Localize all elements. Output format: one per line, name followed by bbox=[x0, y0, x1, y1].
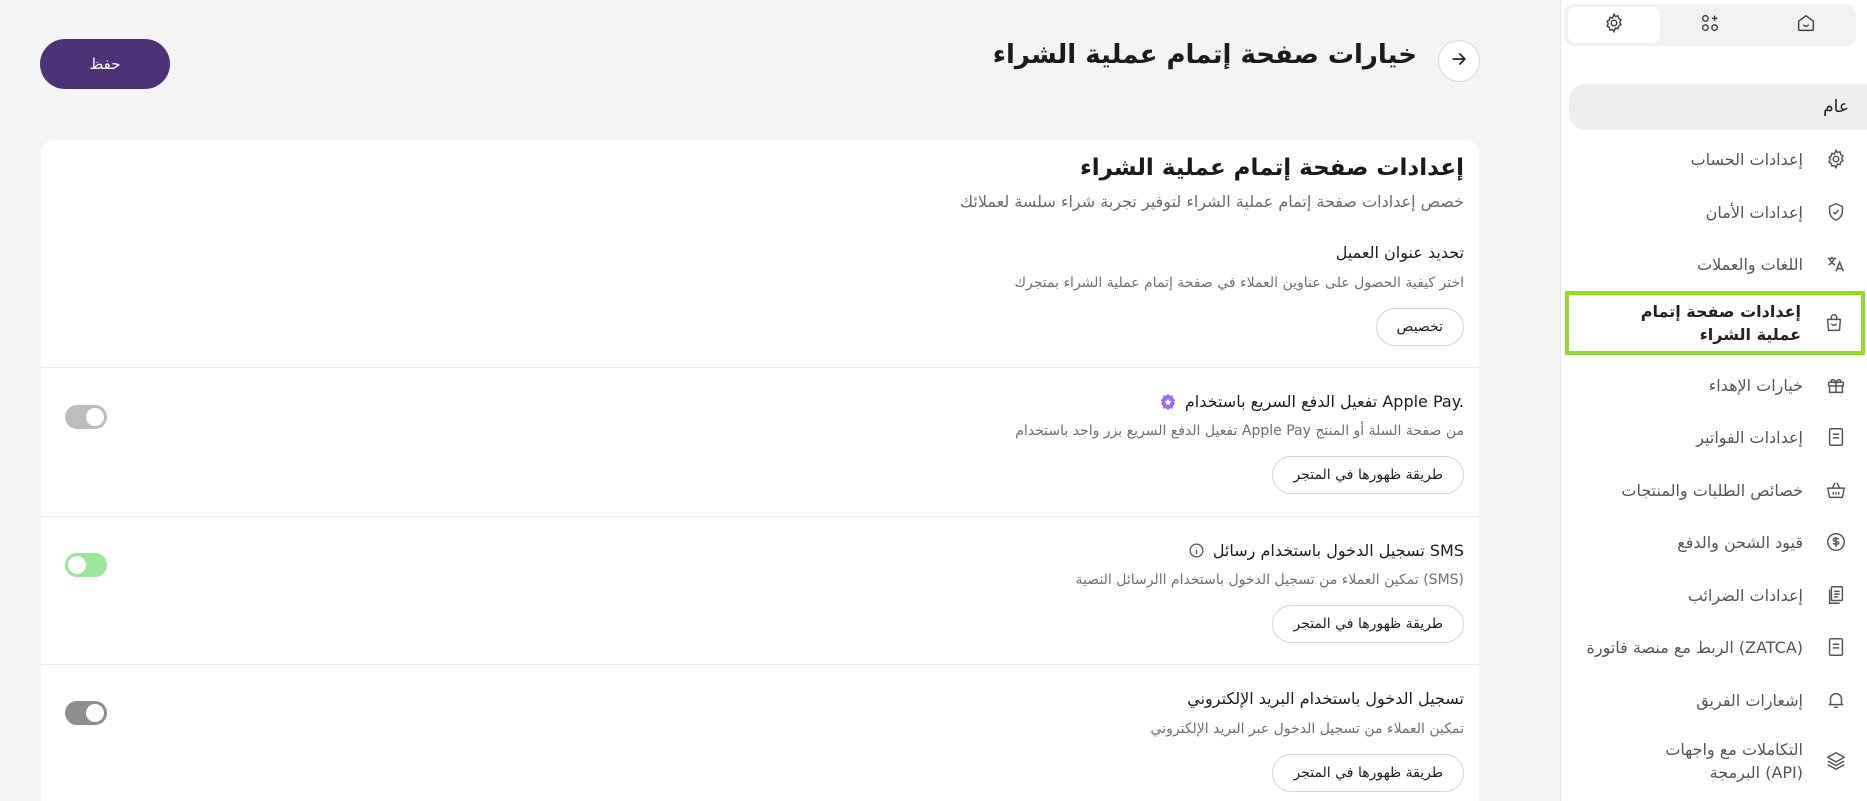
sidebar-item-label: اللغات والعملات bbox=[1697, 254, 1803, 274]
basket-icon bbox=[1823, 477, 1849, 503]
gear-icon bbox=[1823, 146, 1849, 172]
divider bbox=[41, 367, 1479, 368]
sidebar-item-invoice-settings[interactable]: إعدادات الفواتير bbox=[1569, 424, 1867, 450]
home-view-button[interactable] bbox=[1760, 7, 1852, 43]
sidebar-item-tax-settings[interactable]: إعدادات الضرائب bbox=[1569, 582, 1867, 608]
divider bbox=[41, 516, 1479, 517]
sidebar-item-label: التكاملات مع واجهات البرمجة (API) bbox=[1665, 740, 1803, 782]
sms-title-text: تسجيل الدخول باستخدام رسائل SMS bbox=[1212, 541, 1464, 560]
sidebar-item-label: قيود الشحن والدفع bbox=[1677, 532, 1803, 552]
info-icon[interactable] bbox=[1188, 542, 1205, 559]
bell-icon bbox=[1823, 687, 1849, 713]
sidebar-item-team-notifications[interactable]: إشعارات الفريق bbox=[1569, 687, 1867, 713]
sidebar-item-orders-products[interactable]: خصائص الطلبات والمنتجات bbox=[1569, 477, 1867, 503]
translate-icon bbox=[1823, 251, 1849, 277]
sidebar-item-general[interactable]: عام bbox=[1569, 84, 1867, 130]
shopping-bag-icon bbox=[1821, 310, 1847, 336]
sidebar-item-account-settings[interactable]: إعدادات الحساب bbox=[1569, 146, 1867, 172]
email-title-text: تسجيل الدخول باستخدام البريد الإلكتروني bbox=[1187, 689, 1464, 708]
save-button[interactable]: حفظ bbox=[40, 39, 170, 89]
page-title: خيارات صفحة إتمام عملية الشراء bbox=[992, 40, 1417, 70]
sidebar-view-switch bbox=[1564, 4, 1856, 46]
card-title: إعدادات صفحة إتمام عملية الشراء bbox=[1079, 155, 1464, 181]
apps-add-icon bbox=[1699, 12, 1721, 38]
arrow-right-icon bbox=[1449, 49, 1469, 73]
invoice-icon bbox=[1823, 424, 1849, 450]
email-section-title: تسجيل الدخول باستخدام البريد الإلكتروني bbox=[1187, 689, 1464, 708]
sidebar-item-label: خيارات الإهداء bbox=[1708, 375, 1803, 395]
dollar-circle-icon bbox=[1823, 529, 1849, 555]
settings-view-button[interactable] bbox=[1568, 7, 1660, 43]
shield-icon bbox=[1823, 199, 1849, 225]
apple-pay-preview-button[interactable]: طريقة ظهورها في المتجر bbox=[1272, 456, 1464, 494]
sms-preview-button[interactable]: طريقة ظهورها في المتجر bbox=[1272, 605, 1464, 643]
apple-pay-toggle[interactable] bbox=[65, 405, 107, 429]
sidebar-item-security-settings[interactable]: إعدادات الأمان bbox=[1569, 199, 1867, 225]
address-section-title: تحديد عنوان العميل bbox=[1336, 243, 1464, 262]
apple-pay-title-text: تفعيل الدفع السريع باستخدام Apple Pay. bbox=[1184, 392, 1464, 411]
sidebar-item-label: إعدادات الفواتير bbox=[1696, 427, 1803, 447]
premium-badge-icon bbox=[1159, 393, 1177, 411]
settings-sidebar: عام إعدادات الحساب إعدادات الأمان اللغات… bbox=[1560, 0, 1867, 801]
gear-icon bbox=[1603, 12, 1625, 38]
sidebar-general-label: عام bbox=[1823, 97, 1849, 117]
sidebar-item-label: إعدادات الضرائب bbox=[1687, 585, 1803, 605]
receipt-icon bbox=[1823, 634, 1849, 660]
sms-section-desc: تمكين العملاء من تسجيل الدخول باستخدام ا… bbox=[1075, 572, 1464, 588]
customize-address-button[interactable]: تخصيص bbox=[1375, 308, 1464, 346]
divider bbox=[41, 664, 1479, 665]
toggle-knob bbox=[86, 408, 104, 426]
card-subtitle: خصص إعدادات صفحة إتمام عملية الشراء لتوف… bbox=[959, 192, 1464, 211]
sidebar-item-label: إعدادات الحساب bbox=[1690, 149, 1803, 169]
email-preview-button[interactable]: طريقة ظهورها في المتجر bbox=[1272, 754, 1464, 792]
apple-pay-section-desc: تفعيل الدفع السريع بزر واحد باستخدام App… bbox=[1015, 423, 1464, 439]
toggle-knob bbox=[86, 704, 104, 722]
email-login-toggle[interactable] bbox=[65, 701, 107, 725]
back-button[interactable] bbox=[1438, 40, 1480, 82]
gift-icon bbox=[1823, 372, 1849, 398]
sidebar-item-languages-currencies[interactable]: اللغات والعملات bbox=[1569, 251, 1867, 277]
apps-view-button[interactable] bbox=[1664, 7, 1756, 43]
sms-section-title: تسجيل الدخول باستخدام رسائل SMS bbox=[1188, 541, 1464, 560]
address-section-desc: اختر كيفية الحصول على عناوين العملاء في … bbox=[1014, 275, 1465, 291]
toggle-knob bbox=[68, 556, 86, 574]
layers-icon bbox=[1823, 748, 1849, 774]
email-section-desc: تمكين العملاء من تسجيل الدخول عبر البريد… bbox=[1150, 721, 1464, 737]
apple-pay-section-title: تفعيل الدفع السريع باستخدام Apple Pay. bbox=[1159, 392, 1464, 411]
address-title-text: تحديد عنوان العميل bbox=[1335, 243, 1464, 262]
sidebar-item-api-integrations[interactable]: التكاملات مع واجهات البرمجة (API) bbox=[1569, 738, 1867, 784]
sidebar-item-label: إشعارات الفريق bbox=[1696, 690, 1803, 710]
sidebar-item-zatca-integration[interactable]: الربط مع منصة فاتورة (ZATCA) bbox=[1569, 634, 1867, 660]
sms-login-toggle[interactable] bbox=[65, 553, 107, 577]
sidebar-item-label: الربط مع منصة فاتورة (ZATCA) bbox=[1586, 637, 1803, 657]
sidebar-item-label: إعدادات الأمان bbox=[1705, 202, 1803, 222]
sidebar-item-shipping-payment-limits[interactable]: قيود الشحن والدفع bbox=[1569, 529, 1867, 555]
sidebar-item-label: خصائص الطلبات والمنتجات bbox=[1621, 480, 1803, 500]
sidebar-item-label: إعدادات صفحة إتمام عملية الشراء bbox=[1640, 302, 1801, 344]
sidebar-item-gifting-options[interactable]: خيارات الإهداء bbox=[1569, 372, 1867, 398]
sidebar-item-checkout-settings[interactable]: إعدادات صفحة إتمام عملية الشراء bbox=[1565, 291, 1865, 355]
store-home-icon bbox=[1795, 12, 1817, 38]
tax-document-icon bbox=[1823, 582, 1849, 608]
